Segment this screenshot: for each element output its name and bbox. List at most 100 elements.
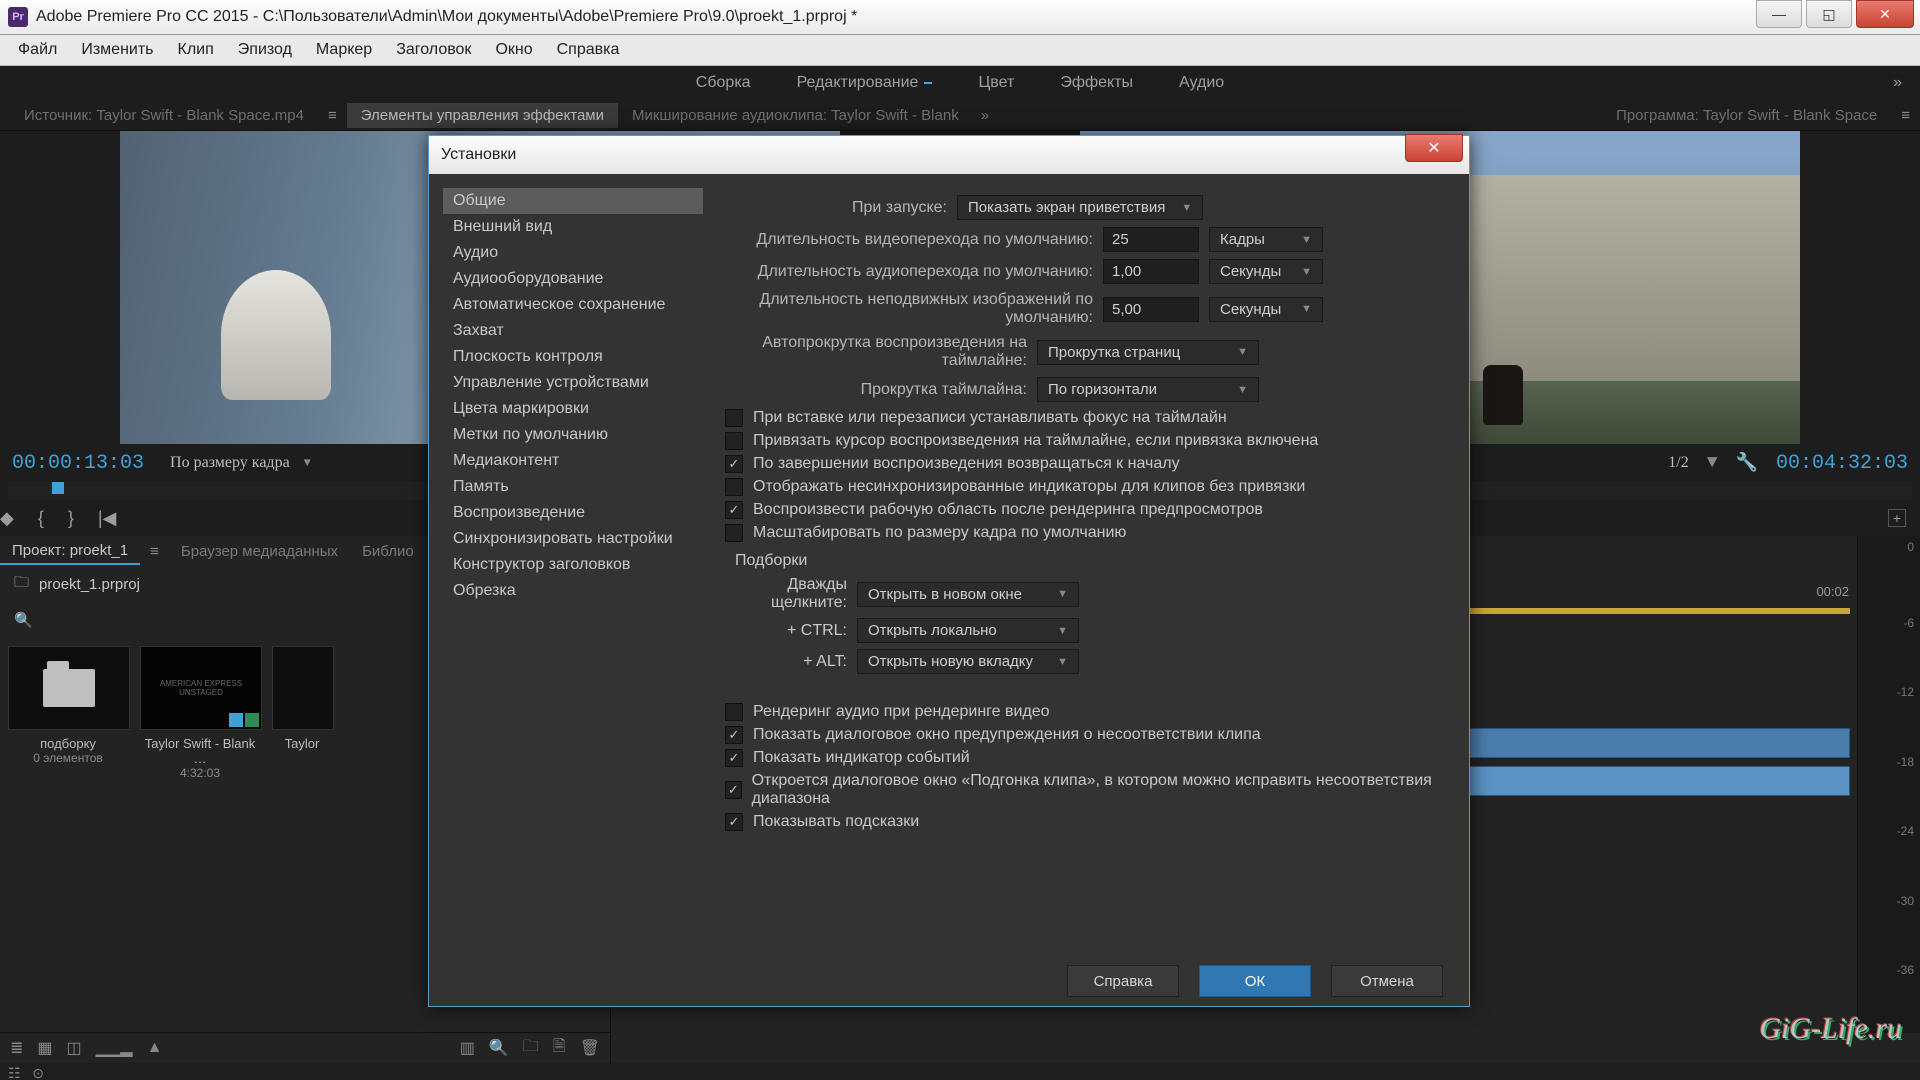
category-audio-hardware[interactable]: Аудиооборудование bbox=[443, 266, 703, 292]
checkbox[interactable] bbox=[725, 478, 743, 496]
tab-program[interactable]: Программа: Taylor Swift - Blank Space bbox=[1602, 103, 1891, 128]
workspace-color[interactable]: Цвет bbox=[978, 74, 1014, 92]
find-icon[interactable]: 🔍 bbox=[489, 1038, 509, 1058]
menu-window[interactable]: Окно bbox=[483, 37, 544, 63]
checkbox-row[interactable]: Отображать несинхронизированные индикато… bbox=[725, 478, 1447, 496]
checkbox-row[interactable]: ✓Показать диалоговое окно предупреждения… bbox=[725, 726, 1447, 744]
tab-libraries[interactable]: Библио bbox=[350, 539, 426, 564]
icon-view-icon[interactable]: ▦ bbox=[37, 1038, 52, 1058]
out-point-icon[interactable]: } bbox=[68, 508, 74, 529]
category-playback[interactable]: Воспроизведение bbox=[443, 500, 703, 526]
still-duration-unit-dropdown[interactable]: Секунды▼ bbox=[1209, 297, 1323, 322]
checkbox[interactable] bbox=[725, 409, 743, 427]
workspace-audio[interactable]: Аудио bbox=[1179, 74, 1224, 92]
menu-marker[interactable]: Маркер bbox=[304, 37, 384, 63]
window-close-button[interactable]: ✕ bbox=[1856, 0, 1914, 28]
category-control-surface[interactable]: Плоскость контроля bbox=[443, 344, 703, 370]
workspace-effects[interactable]: Эффекты bbox=[1060, 74, 1133, 92]
category-general[interactable]: Общие bbox=[443, 188, 703, 214]
panel-menu-icon[interactable]: ≡ bbox=[1891, 107, 1920, 124]
doubleclick-dropdown[interactable]: Открыть в новом окне▼ bbox=[857, 582, 1079, 607]
category-sync-settings[interactable]: Синхронизировать настройки bbox=[443, 526, 703, 552]
menu-help[interactable]: Справка bbox=[545, 37, 632, 63]
menu-clip[interactable]: Клип bbox=[166, 37, 226, 63]
checkbox[interactable]: ✓ bbox=[725, 749, 743, 767]
bin-item[interactable]: Taylor bbox=[272, 646, 332, 751]
menu-title[interactable]: Заголовок bbox=[384, 37, 483, 63]
ctrl-dropdown[interactable]: Открыть локально▼ bbox=[857, 618, 1079, 643]
panel-menu-icon[interactable]: ≡ bbox=[318, 107, 347, 124]
window-minimize-button[interactable]: — bbox=[1756, 0, 1802, 28]
checkbox-row[interactable]: При вставке или перезаписи устанавливать… bbox=[725, 409, 1447, 427]
checkbox[interactable] bbox=[725, 432, 743, 450]
checkbox[interactable]: ✓ bbox=[725, 726, 743, 744]
autoscroll-dropdown[interactable]: Прокрутка страниц▼ bbox=[1037, 340, 1259, 365]
startup-dropdown[interactable]: Показать экран приветствия▼ bbox=[957, 195, 1203, 220]
checkbox-row[interactable]: ✓Воспроизвести рабочую область после рен… bbox=[725, 501, 1447, 519]
category-label-colors[interactable]: Цвета маркировки bbox=[443, 396, 703, 422]
trash-icon[interactable]: 🗑 bbox=[580, 1038, 600, 1058]
checkbox-row[interactable]: ✓Откроется диалоговое окно «Подгонка кли… bbox=[725, 772, 1447, 808]
checkbox-row[interactable]: ✓Показать индикатор событий bbox=[725, 749, 1447, 767]
category-memory[interactable]: Память bbox=[443, 474, 703, 500]
category-audio[interactable]: Аудио bbox=[443, 240, 703, 266]
checkbox[interactable] bbox=[725, 703, 743, 721]
checkbox[interactable]: ✓ bbox=[725, 455, 743, 473]
workspace-overflow-icon[interactable]: » bbox=[1893, 74, 1902, 92]
audio-transition-field[interactable] bbox=[1103, 259, 1199, 284]
scroll-dropdown[interactable]: По горизонтали▼ bbox=[1037, 377, 1259, 402]
menu-edit[interactable]: Изменить bbox=[69, 37, 165, 63]
category-trim[interactable]: Обрезка bbox=[443, 578, 703, 604]
category-titler[interactable]: Конструктор заголовков bbox=[443, 552, 703, 578]
checkbox-row[interactable]: Масштабировать по размеру кадра по умолч… bbox=[725, 524, 1447, 542]
category-capture[interactable]: Захват bbox=[443, 318, 703, 344]
search-icon[interactable]: 🔍 bbox=[14, 611, 33, 629]
checkbox[interactable]: ✓ bbox=[725, 501, 743, 519]
category-media[interactable]: Медиаконтент bbox=[443, 448, 703, 474]
add-button-icon[interactable]: + bbox=[1888, 509, 1906, 527]
source-zoom-select[interactable]: По размеру кадра bbox=[170, 454, 290, 472]
ok-button[interactable]: ОК bbox=[1199, 965, 1311, 997]
audio-transition-unit-dropdown[interactable]: Секунды▼ bbox=[1209, 259, 1323, 284]
help-button[interactable]: Справка bbox=[1067, 965, 1179, 997]
wrench-icon[interactable]: 🔧 bbox=[1736, 452, 1758, 474]
workspace-assembly[interactable]: Сборка bbox=[696, 74, 751, 92]
tab-media-browser[interactable]: Браузер медиаданных bbox=[169, 539, 350, 564]
new-bin-icon[interactable]: 🗀 bbox=[523, 1035, 539, 1062]
dialog-close-button[interactable]: ✕ bbox=[1405, 134, 1463, 162]
still-duration-field[interactable] bbox=[1103, 297, 1199, 322]
automate-icon[interactable]: ▥ bbox=[460, 1038, 475, 1058]
panel-menu-icon[interactable]: ≡ bbox=[140, 543, 169, 560]
checkbox-row[interactable]: Привязать курсор воспроизведения на тайм… bbox=[725, 432, 1447, 450]
program-ratio[interactable]: 1/2 bbox=[1668, 454, 1688, 472]
category-autosave[interactable]: Автоматическое сохранение bbox=[443, 292, 703, 318]
zoom-slider[interactable]: ▁▁▂ bbox=[96, 1038, 133, 1058]
checkbox[interactable]: ✓ bbox=[725, 781, 742, 799]
tab-overflow-icon[interactable]: » bbox=[973, 107, 997, 124]
bin-item[interactable]: подборку 0 элементов bbox=[8, 646, 128, 765]
tab-effect-controls[interactable]: Элементы управления эффектами bbox=[347, 103, 618, 128]
category-label-defaults[interactable]: Метки по умолчанию bbox=[443, 422, 703, 448]
video-transition-field[interactable] bbox=[1103, 227, 1199, 252]
freeform-icon[interactable]: ◫ bbox=[67, 1038, 82, 1058]
tab-source[interactable]: Источник: Taylor Swift - Blank Space.mp4 bbox=[10, 103, 318, 128]
category-appearance[interactable]: Внешний вид bbox=[443, 214, 703, 240]
sort-icon[interactable]: ▲ bbox=[147, 1039, 163, 1057]
marker-icon[interactable]: ◆ bbox=[0, 508, 14, 529]
in-point-icon[interactable]: { bbox=[38, 508, 44, 529]
cancel-button[interactable]: Отмена bbox=[1331, 965, 1443, 997]
category-device-control[interactable]: Управление устройствами bbox=[443, 370, 703, 396]
step-back-icon[interactable]: |◀ bbox=[98, 508, 117, 529]
workspace-editing[interactable]: Редактирование bbox=[797, 74, 933, 92]
tab-audio-mixer[interactable]: Микширование аудиоклипа: Taylor Swift - … bbox=[618, 103, 973, 128]
menu-file[interactable]: Файл bbox=[6, 37, 69, 63]
checkbox-row[interactable]: ✓Показывать подсказки bbox=[725, 813, 1447, 831]
list-view-icon[interactable]: ≣ bbox=[10, 1038, 23, 1058]
bin-item[interactable]: AMERICAN EXPRESS UNSTAGED Taylor Swift -… bbox=[140, 646, 260, 780]
checkbox[interactable] bbox=[725, 524, 743, 542]
window-maximize-button[interactable]: ◱ bbox=[1806, 0, 1852, 28]
tab-project[interactable]: Проект: proekt_1 bbox=[0, 538, 140, 565]
checkbox[interactable]: ✓ bbox=[725, 813, 743, 831]
menu-sequence[interactable]: Эпизод bbox=[226, 37, 304, 63]
video-transition-unit-dropdown[interactable]: Кадры▼ bbox=[1209, 227, 1323, 252]
